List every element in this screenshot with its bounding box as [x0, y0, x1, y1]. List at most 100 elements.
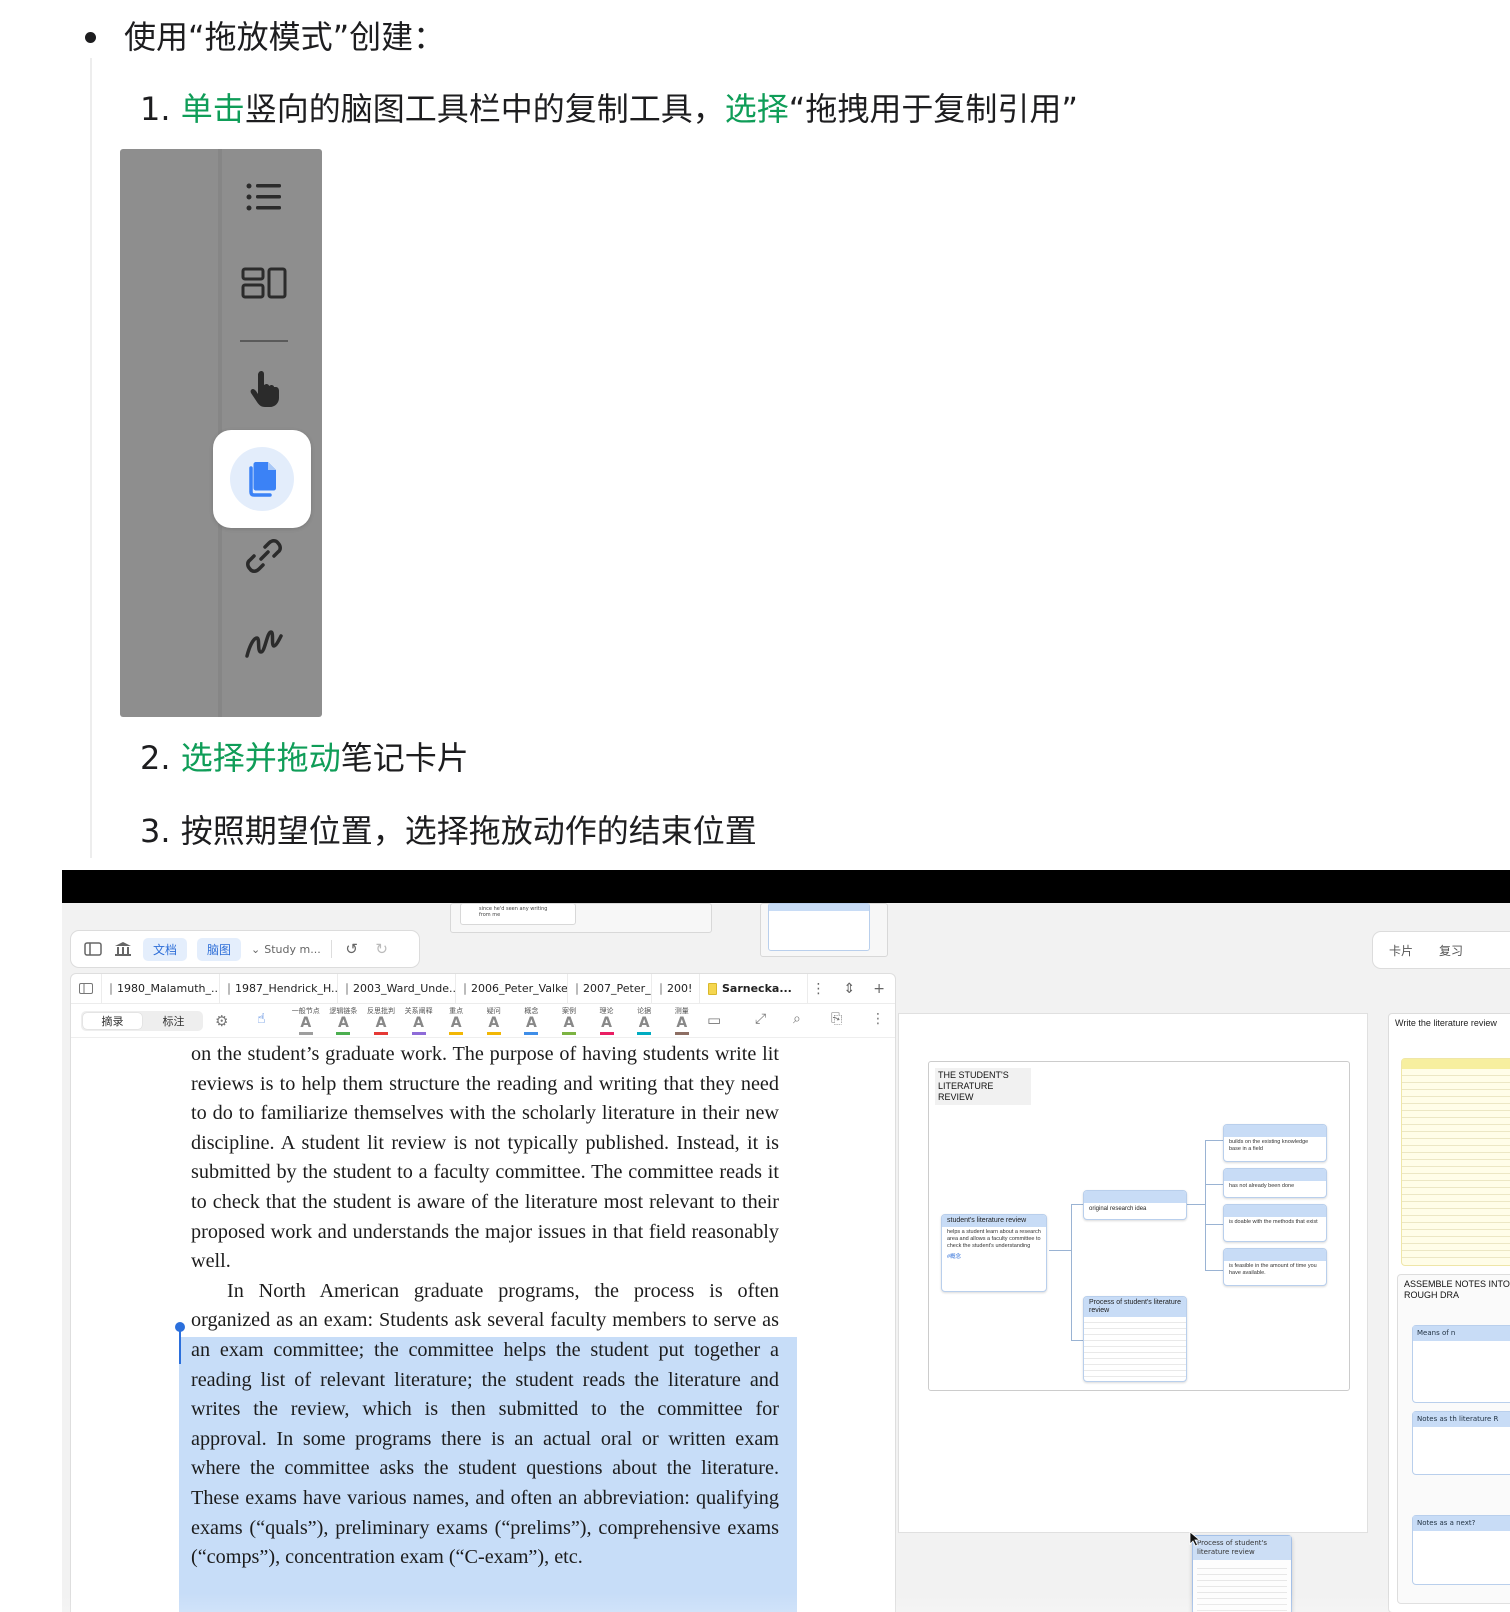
file-icon	[464, 982, 466, 995]
yellow-note-card[interactable]	[1401, 1058, 1510, 1266]
add-tab-icon[interactable]: +	[873, 981, 885, 997]
mindmap-leaf-node[interactable]: builds on the existing knowledge base in…	[1223, 1124, 1327, 1162]
highlight-tool[interactable]: 理论 A	[588, 1007, 626, 1035]
bottom-fade	[62, 1593, 1510, 1612]
library-icon[interactable]	[113, 939, 133, 959]
text-color-icon: A	[563, 1015, 575, 1031]
mindmap-leaf-node[interactable]: is doable with the methods that exist	[1223, 1204, 1327, 1242]
doc-tab[interactable]: 1987_Hendrick_H...	[220, 974, 338, 1004]
column-heading: Write the literature review	[1395, 1018, 1497, 1028]
doc-tab-label: 2006_Peter_Valke	[471, 982, 568, 995]
doc-tab[interactable]: 200!	[652, 974, 700, 1004]
highlight-tool[interactable]: 一般节点 A	[287, 1007, 325, 1035]
floating-note-card-2[interactable]	[768, 903, 870, 951]
outline-node[interactable]: Notes as th literature R	[1412, 1411, 1510, 1475]
doc-tab-label: 200!	[667, 982, 693, 995]
connector-line	[1187, 1204, 1205, 1205]
more-options-icon[interactable]: ⋮	[871, 1011, 885, 1027]
selection-handle[interactable]	[175, 1322, 185, 1332]
step-2-number: 2.	[140, 739, 171, 777]
window-title-bar	[62, 870, 1510, 903]
floating-note-card[interactable]: since he'd seen any writing from me	[460, 903, 576, 925]
assemble-title: ASSEMBLE NOTES INTO ROUGH DRA	[1404, 1279, 1510, 1300]
sort-icon[interactable]: ⇕	[844, 981, 856, 997]
assemble-section[interactable]: ASSEMBLE NOTES INTO ROUGH DRA Means of n…	[1397, 1274, 1510, 1604]
search-doc-icon[interactable]: ⌕	[793, 1011, 801, 1027]
file-icon	[708, 982, 717, 995]
step-1-number: 1.	[140, 90, 171, 128]
mindmap-root-node[interactable]: student's literature review helps a stud…	[941, 1214, 1047, 1292]
toolbar-divider	[240, 340, 288, 342]
doc-tab-label: 2003_Ward_Unde...	[353, 982, 456, 995]
highlight-tool[interactable]: 反思批判 A	[362, 1007, 400, 1035]
text-color-icon: A	[676, 1015, 688, 1031]
doc-tab[interactable]: 1980_Malamuth_...	[102, 974, 220, 1004]
annotate-mode-button[interactable]: 标注	[144, 1011, 203, 1031]
sidebar-panel-toggle[interactable]	[71, 974, 102, 1004]
doc-tab[interactable]: 2007_Peter_	[568, 974, 652, 1004]
text-color-icon: A	[337, 1015, 349, 1031]
outline-node[interactable]: Notes as a next?	[1412, 1515, 1510, 1585]
mindmap-leaf-node[interactable]: has not already been done	[1223, 1168, 1327, 1198]
highlight-tool[interactable]: 案例 A	[550, 1007, 588, 1035]
doc-tab-label: Sarnecka...	[722, 982, 792, 995]
outline-node[interactable]: Means of n	[1412, 1325, 1510, 1403]
hand-tool-icon[interactable]: ☝	[257, 1011, 266, 1027]
link-icon[interactable]	[236, 533, 292, 579]
more-icon[interactable]: ⋮	[812, 981, 826, 997]
mindmap-node[interactable]: Process of student's literature review	[1083, 1296, 1187, 1382]
step-1-action-click: 单击	[180, 90, 245, 128]
doc-tab-label: 1980_Malamuth_...	[117, 982, 220, 995]
mode-segment: 摘录 标注	[81, 1010, 203, 1031]
redo-icon[interactable]: ↻	[372, 939, 392, 959]
freehand-icon[interactable]	[236, 619, 292, 665]
node-body: is doable with the methods that exist	[1229, 1219, 1318, 1225]
step-3: 3. 按照期望位置，选择拖放动作的结束位置	[140, 811, 757, 851]
highlight-tool[interactable]: 论据 A	[625, 1007, 663, 1035]
copy-tool-button[interactable]	[213, 430, 311, 528]
sidebar-toggle-icon[interactable]	[83, 939, 103, 959]
node-header	[1224, 1249, 1326, 1261]
text-color-icon: A	[638, 1015, 650, 1031]
highlight-color-swatch	[336, 1032, 351, 1035]
step-2-action: 选择并拖动	[180, 739, 341, 777]
notebook-selector[interactable]: ⌄ Study m...	[251, 943, 321, 956]
app-screenshot: since he'd seen any writing from me 文档 脑…	[62, 870, 1510, 1612]
dragging-card-title: Process of student's literature review	[1193, 1536, 1291, 1560]
doc-tab-active[interactable]: Sarnecka...	[700, 974, 808, 1004]
mindmap-leaf-node[interactable]: is feasible in the amount of time you ha…	[1223, 1248, 1327, 1286]
bookmark-icon[interactable]: ⎘	[831, 1011, 842, 1027]
highlight-color-swatch	[599, 1032, 614, 1035]
highlight-tool[interactable]: 测量 A	[663, 1007, 701, 1035]
layout-icon[interactable]	[236, 263, 292, 303]
highlight-tool[interactable]: 疑问 A	[475, 1007, 513, 1035]
review-button[interactable]: 复习	[1439, 942, 1463, 959]
step-1: 1. 单击竖向的脑图工具栏中的复制工具，选择“拖拽用于复制引用”	[140, 89, 1078, 129]
fullscreen-icon[interactable]: ⤢	[755, 1011, 766, 1027]
step-2-text: 笔记卡片	[340, 739, 469, 777]
hand-pointer-icon[interactable]	[236, 367, 292, 411]
mindmap-frame[interactable]: THE STUDENT'S LITERATURE REVIEW student'…	[928, 1061, 1350, 1391]
step-2: 2. 选择并拖动笔记卡片	[140, 738, 469, 778]
highlight-tool[interactable]: 重点 A	[437, 1007, 475, 1035]
highlight-tool[interactable]: 关系阐释 A	[400, 1007, 438, 1035]
cards-button[interactable]: 卡片	[1389, 942, 1413, 959]
highlight-tool[interactable]: 逻辑链条 A	[325, 1007, 363, 1035]
app-workspace: since he'd seen any writing from me 文档 脑…	[62, 903, 1510, 1612]
highlighted-paragraph[interactable]: In North American graduate programs, the…	[191, 1277, 779, 1573]
doc-tab[interactable]: 2003_Ward_Unde...	[338, 974, 456, 1004]
connector-line	[1205, 1140, 1206, 1270]
highlight-color-swatch	[524, 1032, 539, 1035]
list-icon[interactable]	[236, 177, 292, 217]
tab-document[interactable]: 文档	[143, 937, 188, 961]
excerpt-mode-button[interactable]: 摘录	[83, 1012, 142, 1029]
tab-mindmap[interactable]: 脑图	[197, 937, 242, 961]
doc-tab[interactable]: 2006_Peter_Valke	[456, 974, 568, 1004]
undo-icon[interactable]: ↺	[342, 939, 362, 959]
highlight-tool[interactable]: 概念 A	[513, 1007, 551, 1035]
connector-line	[1205, 1224, 1223, 1225]
mindmap-node[interactable]: original research idea	[1083, 1190, 1187, 1220]
mouse-cursor-icon	[1189, 1531, 1201, 1547]
settings-icon[interactable]: ⚙	[215, 1012, 228, 1030]
rect-select-icon[interactable]: ▭	[707, 1011, 721, 1029]
